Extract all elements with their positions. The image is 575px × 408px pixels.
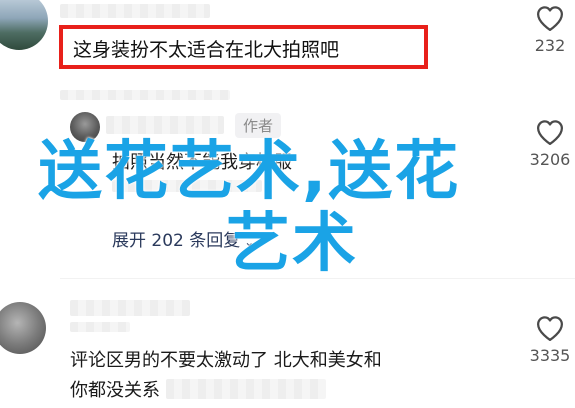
like-button[interactable]: 3335 — [520, 314, 575, 365]
highlighted-comment-box: 这身装扮不太适合在北大拍照吧 — [59, 25, 428, 69]
username-blurred — [60, 4, 210, 18]
like-count: 3206 — [529, 150, 571, 169]
watermark-text: 艺术 — [226, 207, 358, 281]
username-blurred — [70, 300, 190, 316]
like-button[interactable]: 232 — [520, 4, 575, 55]
comment-text-line1: 评论区男的不要太激动了 北大和美女和 — [70, 350, 382, 371]
heart-outline-icon — [537, 120, 563, 145]
comment-text-line2: 你都没关系 — [70, 380, 160, 401]
commenter-avatar[interactable] — [0, 0, 48, 50]
expand-replies-label: 展开 202 条回复 — [112, 231, 241, 251]
commenter-avatar[interactable] — [0, 302, 46, 354]
like-button[interactable]: 3206 — [520, 118, 575, 169]
like-count: 3335 — [529, 346, 571, 365]
heart-outline-icon — [537, 6, 563, 31]
comment-text-blurred — [166, 379, 326, 399]
heart-outline-icon — [537, 316, 563, 341]
comment-list-screen: 这身装扮不太适合在北大拍照吧 232 作者 拍照当然不能我穿校服 展开 202 … — [0, 0, 575, 408]
watermark-text: 送花艺术,送花 — [38, 135, 461, 209]
like-count: 232 — [534, 36, 566, 55]
comment-text: 这身装扮不太适合在北大拍照吧 — [73, 39, 340, 61]
username-blurred — [70, 322, 130, 332]
comment-meta-blurred — [60, 90, 230, 100]
username-blurred — [106, 116, 224, 134]
